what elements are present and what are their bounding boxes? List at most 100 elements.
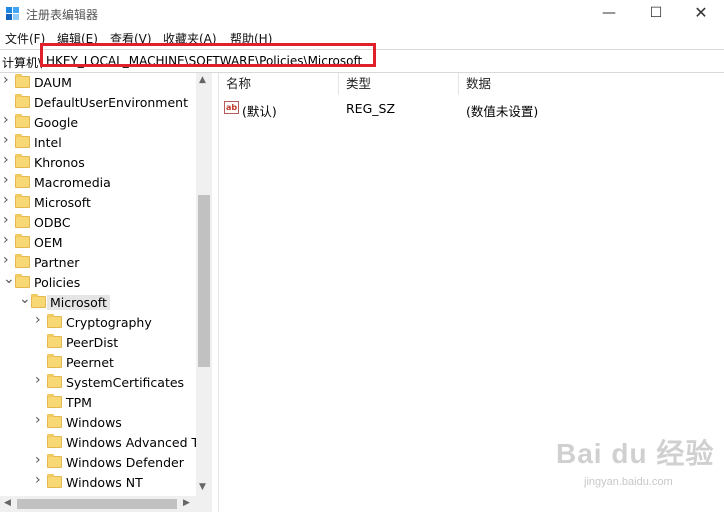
tree-item[interactable]: › ODBC xyxy=(0,213,196,233)
window-title: 注册表编辑器 xyxy=(26,8,99,22)
chevron-right-icon[interactable]: › xyxy=(3,113,13,127)
tree-item[interactable]: PeerDist xyxy=(0,333,196,353)
tree-item[interactable]: › Windows xyxy=(0,413,196,433)
tree-vertical-scrollbar[interactable]: ▲ ▼ xyxy=(196,73,212,496)
tree-item-label: Intel xyxy=(34,135,62,150)
chevron-right-icon[interactable]: › xyxy=(3,193,13,207)
tree-item-label: Khronos xyxy=(34,155,85,170)
tree-item-label: Policies xyxy=(34,275,81,290)
folder-icon xyxy=(47,314,62,328)
column-header-type[interactable]: 类型 xyxy=(339,73,459,95)
chevron-right-icon[interactable]: › xyxy=(3,253,13,267)
tree-item[interactable]: › SystemCertificates xyxy=(0,373,196,393)
tree-item-label: DefaultUserEnvironment xyxy=(34,95,188,110)
tree-item[interactable]: › Cryptography xyxy=(0,313,196,333)
tree-item-label: SystemCertificates xyxy=(66,375,185,390)
minimize-button[interactable]: — xyxy=(586,0,632,28)
chevron-right-icon[interactable]: › xyxy=(3,233,13,247)
value-data: (数值未设置) xyxy=(466,104,539,119)
chevron-right-icon[interactable]: › xyxy=(3,173,13,187)
folder-icon xyxy=(15,174,30,188)
tree-item-label: Windows xyxy=(66,415,122,430)
scroll-thumb[interactable] xyxy=(198,195,210,367)
tree-item[interactable]: › Google xyxy=(0,113,196,133)
chevron-right-icon[interactable]: › xyxy=(3,133,13,147)
scroll-left-icon[interactable]: ◀ xyxy=(4,498,11,508)
tree-item-label: Windows Defender xyxy=(66,455,184,470)
tree-item-label: DAUM xyxy=(34,75,72,90)
maximize-button[interactable]: ☐ xyxy=(633,0,679,28)
chevron-right-icon[interactable]: › xyxy=(35,473,45,487)
tree-item[interactable]: Windows Advanced Th xyxy=(0,433,207,453)
chevron-right-icon[interactable]: › xyxy=(3,213,13,227)
value-row[interactable]: ab (默认) REG_SZ (数值未设置) xyxy=(219,98,724,119)
registry-tree[interactable]: › DAUM DefaultUserEnvironment › Google › Intel… xyxy=(0,73,212,496)
chevron-down-icon[interactable]: ⌄ xyxy=(3,272,15,286)
tree-item[interactable]: › Microsoft xyxy=(0,193,196,213)
tree-item[interactable]: DefaultUserEnvironment xyxy=(0,93,196,113)
folder-icon xyxy=(47,354,62,368)
baidu-watermark: Bai du 经验 jingyan.baidu.com xyxy=(556,432,716,498)
folder-icon xyxy=(47,374,62,388)
folder-icon xyxy=(47,394,62,408)
chevron-down-icon[interactable]: ⌄ xyxy=(19,292,31,306)
folder-icon xyxy=(47,454,62,468)
folder-icon xyxy=(15,134,30,148)
tree-item[interactable]: › Intel xyxy=(0,133,196,153)
tree-item-label: Google xyxy=(34,115,79,130)
tree-item[interactable]: › Khronos xyxy=(0,153,196,173)
scroll-down-icon[interactable]: ▼ xyxy=(199,482,206,492)
tree-item-label: Microsoft xyxy=(34,195,91,210)
scroll-right-icon[interactable]: ▶ xyxy=(183,498,190,508)
address-prefix: 计算机\ xyxy=(2,56,43,70)
pane-splitter[interactable] xyxy=(212,73,219,512)
hscroll-thumb[interactable] xyxy=(17,499,177,509)
tree-item[interactable]: › OEM xyxy=(0,233,196,253)
value-type: REG_SZ xyxy=(346,101,396,116)
registry-editor-icon xyxy=(6,7,19,20)
tree-item[interactable]: ⌄ Microsoft xyxy=(0,292,196,313)
tree-item-label: PeerDist xyxy=(66,335,119,350)
folder-icon xyxy=(15,114,30,128)
tree-item[interactable]: › Windows Defender xyxy=(0,453,196,473)
chevron-right-icon[interactable]: › xyxy=(35,313,45,327)
tree-horizontal-scrollbar[interactable]: ◀ ▶ xyxy=(0,496,212,512)
close-button[interactable]: ✕ xyxy=(678,0,724,28)
chevron-right-icon[interactable]: › xyxy=(35,453,45,467)
scroll-up-icon[interactable]: ▲ xyxy=(199,75,206,85)
watermark-logo: Bai du 经验 xyxy=(556,438,715,469)
tree-item-label: Windows Advanced Th xyxy=(66,435,208,450)
folder-icon xyxy=(47,434,62,448)
tree-item-label: ODBC xyxy=(34,215,71,230)
tree-item-label: Windows NT xyxy=(66,475,143,490)
folder-icon xyxy=(15,194,30,208)
folder-icon xyxy=(15,214,30,228)
tree-item[interactable]: › Windows NT xyxy=(0,473,196,493)
folder-icon xyxy=(47,414,62,428)
folder-icon xyxy=(15,74,30,88)
column-header-name[interactable]: 名称 xyxy=(219,73,339,95)
chevron-right-icon[interactable]: › xyxy=(35,413,45,427)
tree-item[interactable]: › DAUM xyxy=(0,73,196,93)
tree-item-label: OEM xyxy=(34,235,63,250)
watermark-url: jingyan.baidu.com xyxy=(584,476,673,488)
chevron-right-icon[interactable]: › xyxy=(3,73,13,87)
folder-icon xyxy=(15,274,30,288)
address-highlight-box xyxy=(40,43,376,67)
title-bar: 注册表编辑器 — ☐ ✕ xyxy=(0,0,724,28)
tree-item[interactable]: TPM xyxy=(0,393,196,413)
tree-item[interactable]: › Macromedia xyxy=(0,173,196,193)
folder-icon xyxy=(15,254,30,268)
tree-item[interactable]: › Partner xyxy=(0,253,196,273)
folder-icon xyxy=(47,334,62,348)
tree-item-label: Macromedia xyxy=(34,175,111,190)
folder-icon xyxy=(15,234,30,248)
tree-item-label: Peernet xyxy=(66,355,114,370)
chevron-right-icon[interactable]: › xyxy=(3,153,13,167)
column-header-data[interactable]: 数据 xyxy=(459,73,724,95)
tree-item[interactable]: Peernet xyxy=(0,353,196,373)
tree-item[interactable]: ⌄ Policies xyxy=(0,272,196,293)
string-value-icon: ab xyxy=(224,101,239,114)
tree-item-label: Partner xyxy=(34,255,80,270)
chevron-right-icon[interactable]: › xyxy=(35,373,45,387)
